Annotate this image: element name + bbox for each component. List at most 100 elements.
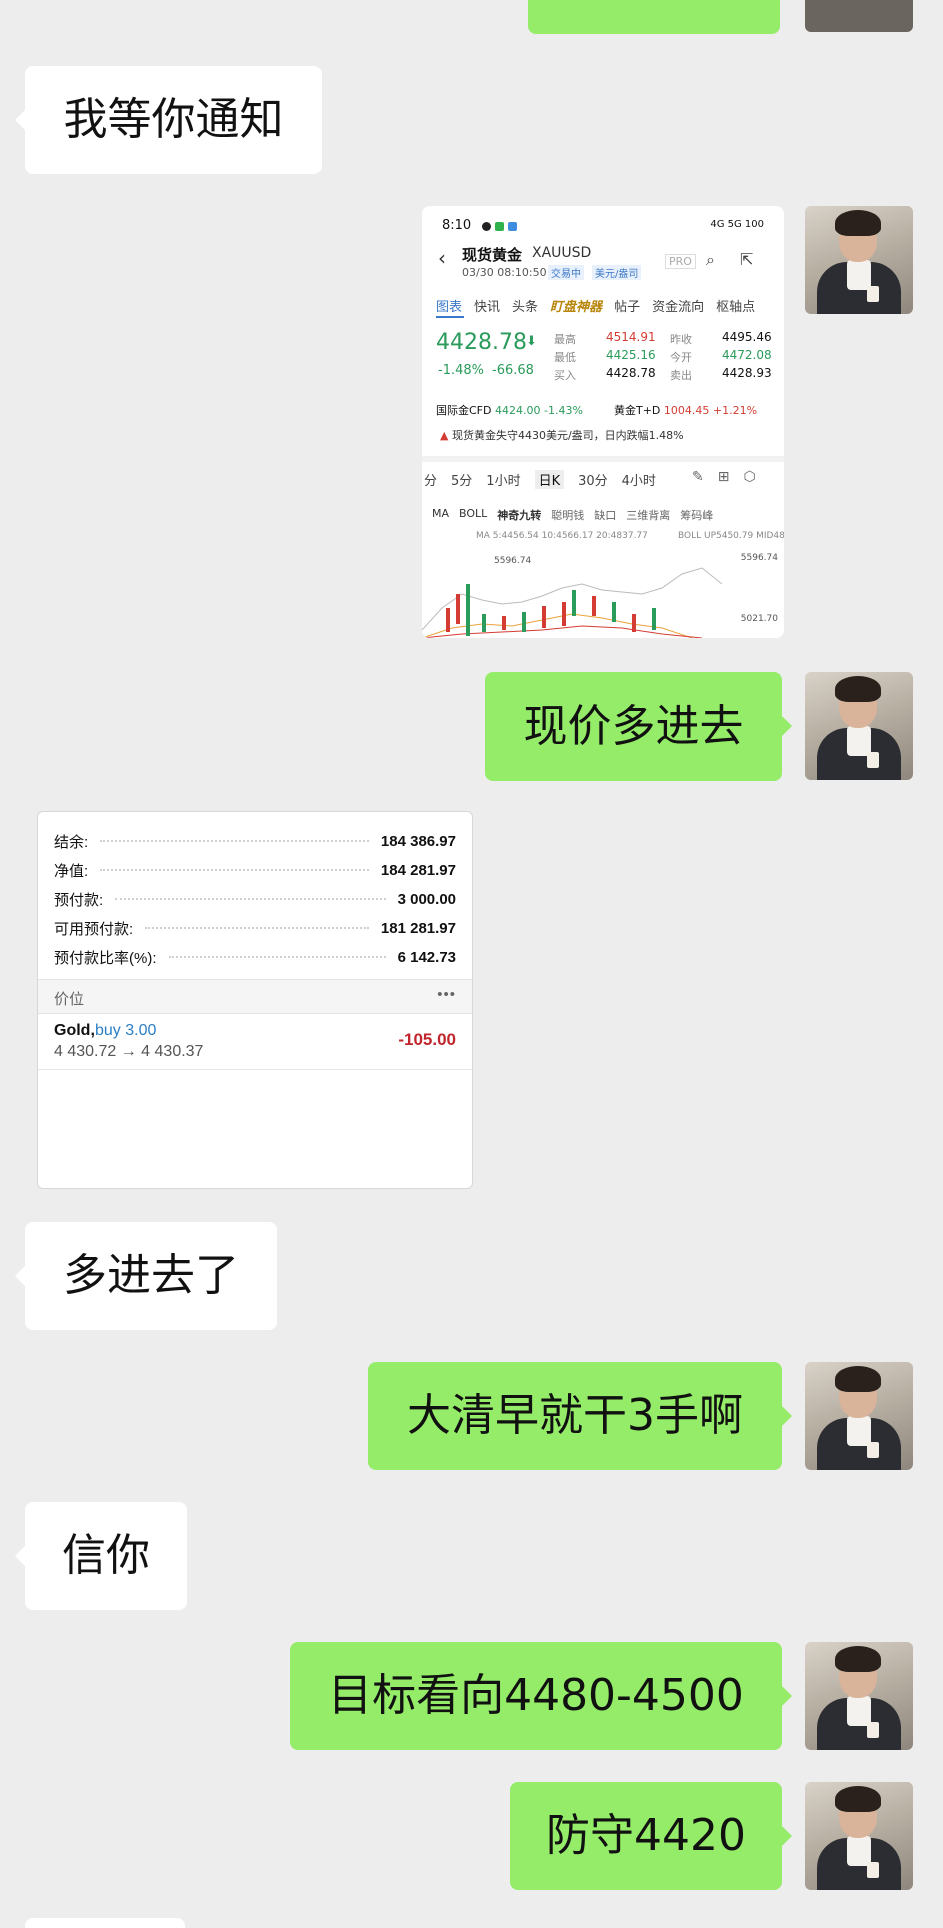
period-4h[interactable]: 4小时 bbox=[622, 470, 656, 489]
message-bubble-received[interactable]: 我等你通知 bbox=[15, 66, 322, 174]
back-icon[interactable]: ‹ bbox=[438, 246, 446, 270]
search-icon[interactable]: ⌕ bbox=[706, 250, 715, 270]
account-row-free-margin: 可用预付款: 181 281.97 bbox=[54, 917, 456, 939]
high-label: 最高 bbox=[554, 333, 576, 346]
indicator-divergence[interactable]: 三维背离 bbox=[626, 507, 670, 523]
message-bubble-sent[interactable]: 大清早就干3手啊 bbox=[368, 1362, 792, 1470]
period-30min[interactable]: 30分 bbox=[578, 470, 608, 489]
message-text: 信你 bbox=[62, 1530, 150, 1581]
avatar-self[interactable] bbox=[805, 1782, 913, 1890]
pro-badge: PRO bbox=[665, 254, 696, 269]
prev-close-label: 昨收 bbox=[670, 333, 692, 346]
position-side: buy 3.00 bbox=[95, 1022, 157, 1039]
tab-pivot[interactable]: 枢轴点 bbox=[716, 296, 755, 315]
row-label: 预付款: bbox=[54, 891, 104, 909]
sell-value: 4428.93 bbox=[722, 366, 772, 380]
indicator-boll[interactable]: BOLL bbox=[459, 507, 487, 523]
cfd-label: 国际金CFD bbox=[436, 404, 492, 417]
message-text: 多进去了 bbox=[63, 1250, 239, 1301]
news-ticker[interactable]: ▲ 现货黄金失守4430美元/盎司，日内跌幅1.48% bbox=[440, 427, 684, 443]
tab-news-flash[interactable]: 快讯 bbox=[474, 296, 500, 315]
avatar-self[interactable] bbox=[805, 1362, 913, 1470]
cfd-row: 国际金CFD 4424.00 -1.43% bbox=[436, 402, 583, 418]
row-label: 结余: bbox=[54, 833, 89, 851]
indicator-smart-money[interactable]: 聪明钱 bbox=[551, 507, 584, 523]
current-price: 4428.78 bbox=[436, 330, 527, 355]
position-prices: 4 430.72 → 4 430.37 bbox=[54, 1043, 204, 1060]
sell-label: 卖出 bbox=[670, 369, 692, 382]
account-row-balance: 结余: 184 386.97 bbox=[54, 830, 456, 852]
tab-headlines[interactable]: 头条 bbox=[512, 296, 538, 315]
message-bubble-received[interactable]: 信你 bbox=[15, 1502, 187, 1610]
divider bbox=[422, 456, 784, 462]
share-icon[interactable]: ⇱ bbox=[740, 250, 753, 269]
status-right: 4G 5G 100 bbox=[710, 219, 764, 230]
period-selector: 分 5分 1小时 日K 30分 4小时 bbox=[424, 470, 656, 489]
avatar-self[interactable] bbox=[805, 1642, 913, 1750]
message-text: 我等你通知 bbox=[63, 94, 284, 145]
news-text: 现货黄金失守4430美元/盎司，日内跌幅1.48% bbox=[451, 429, 684, 442]
account-row-margin-level: 预付款比率(%): 6 142.73 bbox=[54, 946, 456, 968]
message-text: 目标看向4480-4500 bbox=[328, 1670, 744, 1721]
message-bubble-sent[interactable]: 目标看向4480-4500 bbox=[290, 1642, 792, 1750]
tab-underline bbox=[436, 316, 464, 318]
candlestick-chart bbox=[422, 567, 723, 638]
tab-posts[interactable]: 帖子 bbox=[614, 296, 640, 315]
position-pnl: -105.00 bbox=[398, 1030, 456, 1049]
row-value: 6 142.73 bbox=[397, 948, 456, 966]
open-value: 4472.08 bbox=[722, 348, 772, 362]
indicator-chip[interactable]: 筹码峰 bbox=[680, 507, 713, 523]
account-row-margin: 预付款: 3 000.00 bbox=[54, 888, 456, 910]
stock-datetime: 03/30 08:10:50 bbox=[462, 266, 547, 279]
trading-tag: 交易中 bbox=[548, 265, 584, 280]
indicator-ma[interactable]: MA bbox=[432, 507, 449, 523]
image-message-stock-chart[interactable]: 8:10 4G 5G 100 ‹ 现货黄金 XAUUSD 03/30 08:10… bbox=[422, 206, 784, 638]
bubble-cutoff-bottom bbox=[25, 1918, 185, 1928]
buy-value: 4428.78 bbox=[606, 366, 656, 380]
position-symbol: Gold, bbox=[54, 1022, 95, 1039]
alert-icon: ▲ bbox=[440, 429, 449, 442]
draw-icon[interactable]: ✎ bbox=[692, 469, 704, 485]
tab-fund-flow[interactable]: 资金流向 bbox=[652, 296, 704, 315]
indicator-bar: MA BOLL 神奇九转 聪明钱 缺口 三维背离 筹码峰 bbox=[432, 507, 713, 523]
high-value: 4514.91 bbox=[606, 330, 656, 344]
price-down-icon: ⬇ bbox=[526, 334, 537, 349]
period-min[interactable]: 分 bbox=[424, 470, 437, 489]
message-bubble-sent[interactable]: 防守4420 bbox=[510, 1782, 792, 1890]
avatar-cutoff-top bbox=[805, 0, 913, 32]
row-label: 可用预付款: bbox=[54, 920, 134, 938]
cfd-value: 4424.00 bbox=[494, 404, 541, 417]
ma-readout: MA 5:4456.54 10:4566.17 20:4837.77 bbox=[476, 531, 648, 541]
period-1h[interactable]: 1小时 bbox=[486, 470, 520, 489]
more-icon[interactable]: ••• bbox=[437, 986, 456, 1003]
change-pct: -1.48% bbox=[438, 363, 484, 378]
row-value: 184 386.97 bbox=[380, 832, 456, 850]
avatar-self[interactable] bbox=[805, 672, 913, 780]
positions-header: 价位 ••• bbox=[38, 979, 472, 1014]
row-value: 181 281.97 bbox=[380, 919, 456, 937]
row-value: 184 281.97 bbox=[380, 861, 456, 879]
message-bubble-received[interactable]: 多进去了 bbox=[15, 1222, 277, 1330]
td-change: +1.21% bbox=[712, 404, 758, 417]
row-label: 净值: bbox=[54, 862, 89, 880]
avatar-self[interactable] bbox=[805, 206, 913, 314]
grid-icon[interactable]: ⊞ bbox=[718, 469, 730, 485]
tab-watch[interactable]: 盯盘神器 bbox=[550, 296, 602, 315]
cfd-change: -1.43% bbox=[543, 404, 583, 417]
status-icons bbox=[482, 220, 517, 234]
stock-symbol[interactable]: XAUUSD bbox=[532, 245, 591, 261]
period-5min[interactable]: 5分 bbox=[451, 470, 472, 489]
message-bubble-sent[interactable]: 现价多进去 bbox=[485, 672, 792, 781]
prev-close-value: 4495.46 bbox=[722, 330, 772, 344]
position-row[interactable]: Gold, buy 3.00 4 430.72 → 4 430.37 -105.… bbox=[38, 1013, 472, 1070]
buy-label: 买入 bbox=[554, 369, 576, 382]
period-daily[interactable]: 日K bbox=[534, 470, 565, 489]
open-label: 今开 bbox=[670, 351, 692, 364]
image-message-account[interactable]: 结余: 184 386.97 净值: 184 281.97 预付款: 3 000.00… bbox=[37, 811, 473, 1189]
indicator-gap[interactable]: 缺口 bbox=[594, 507, 616, 523]
tab-chart[interactable]: 图表 bbox=[436, 296, 462, 315]
stock-tabs: 图表 快讯 头条 盯盘神器 帖子 资金流向 枢轴点 bbox=[436, 296, 755, 315]
indicator-td9[interactable]: 神奇九转 bbox=[497, 507, 541, 523]
message-text: 现价多进去 bbox=[523, 700, 744, 752]
settings-icon[interactable]: ⬡ bbox=[743, 469, 755, 485]
